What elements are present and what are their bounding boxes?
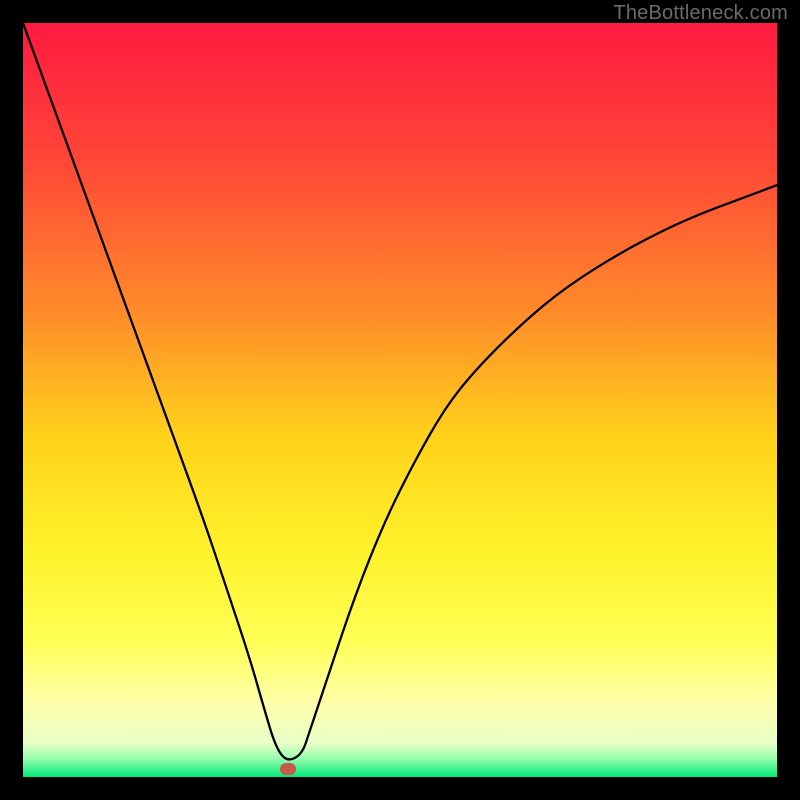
plot-area bbox=[23, 23, 777, 777]
bottleneck-curve bbox=[23, 23, 777, 777]
minimum-marker bbox=[280, 763, 296, 775]
chart-frame: TheBottleneck.com bbox=[0, 0, 800, 800]
watermark-text: TheBottleneck.com bbox=[613, 2, 788, 25]
